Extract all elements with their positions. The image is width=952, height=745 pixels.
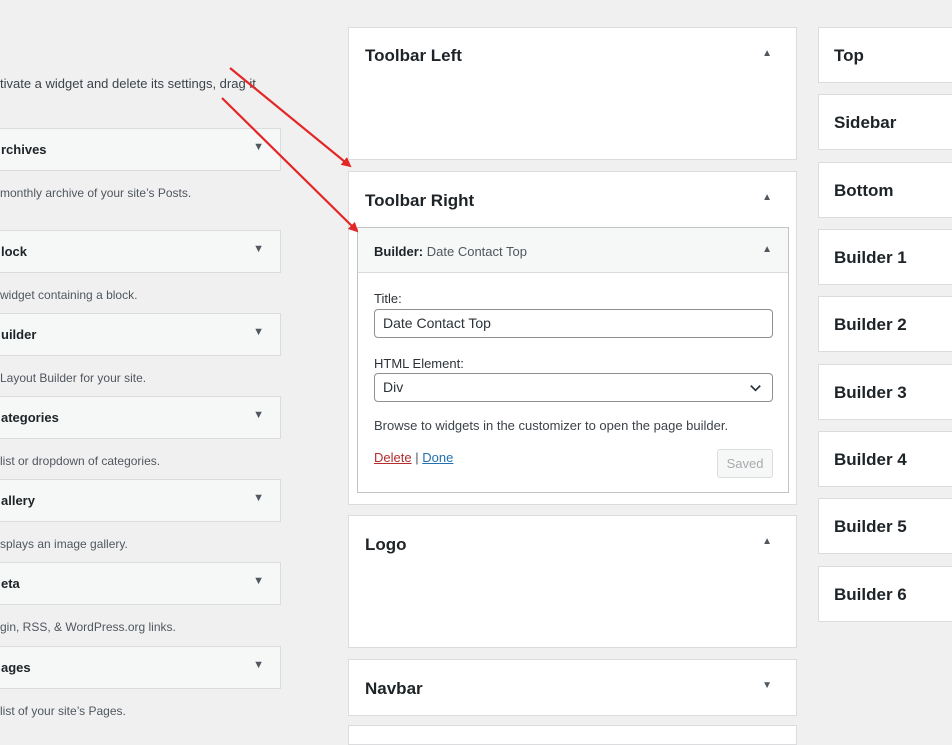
widget-area-builder-5[interactable]: Builder 5: [818, 498, 952, 554]
widget-area-builder-4[interactable]: Builder 4: [818, 431, 952, 487]
sidebar-title[interactable]: Navbar: [365, 679, 423, 699]
widget-description: widget containing a block.: [0, 288, 138, 302]
widget-area-title: Builder 1: [834, 248, 907, 267]
widget-area-top[interactable]: Top: [818, 27, 952, 83]
available-widget-pages[interactable]: ages ▼: [0, 646, 281, 689]
sidebar-title[interactable]: Toolbar Right: [365, 191, 474, 211]
available-widget-block[interactable]: lock ▼: [0, 230, 281, 273]
widget-title: Builder: Date Contact Top: [374, 244, 527, 259]
available-widget-meta[interactable]: eta ▼: [0, 562, 281, 605]
saved-button[interactable]: Saved: [717, 449, 773, 478]
collapse-arrow-icon[interactable]: ▼: [253, 141, 264, 153]
widget-area-sidebar[interactable]: Sidebar: [818, 94, 952, 150]
available-widget-builder[interactable]: uilder ▼: [0, 313, 281, 356]
chevron-down-icon: [750, 385, 761, 392]
widget-area-title: Builder 2: [834, 315, 907, 334]
collapse-toggle-icon[interactable]: ▲: [762, 48, 772, 59]
sidebar-title[interactable]: Toolbar Left: [365, 46, 462, 66]
widget-area-builder-1[interactable]: Builder 1: [818, 229, 952, 285]
widget-description: monthly archive of your site’s Posts.: [0, 186, 192, 200]
html-element-value: Div: [383, 379, 404, 395]
widget-description: splays an image gallery.: [0, 537, 128, 551]
available-widget-archives[interactable]: rchives ▼: [0, 128, 281, 171]
collapse-arrow-icon[interactable]: ▼: [253, 409, 264, 421]
widget-subtitle: Date Contact Top: [426, 244, 527, 259]
title-label: Title:: [374, 291, 402, 306]
widget-title: lock: [1, 244, 28, 259]
widget-title: eta: [1, 576, 20, 591]
builder-widget-date-contact-top: Builder: Date Contact Top ▲ Title: Date …: [357, 227, 789, 493]
widget-area-builder-6[interactable]: Builder 6: [818, 566, 952, 622]
collapse-arrow-icon[interactable]: ▼: [253, 243, 264, 255]
widget-area-title: Builder 6: [834, 585, 907, 604]
collapse-toggle-icon[interactable]: ▲: [762, 244, 772, 255]
widget-header[interactable]: Builder: Date Contact Top ▲: [358, 228, 788, 273]
widget-area-builder-2[interactable]: Builder 2: [818, 296, 952, 352]
delete-link[interactable]: Delete: [374, 450, 412, 465]
widget-area-builder-3[interactable]: Builder 3: [818, 364, 952, 420]
widget-area-title: Builder 4: [834, 450, 907, 469]
widgets-intro-text: tivate a widget and delete its settings,…: [0, 76, 256, 91]
widget-title: ategories: [1, 410, 59, 425]
link-separator: |: [415, 450, 419, 465]
collapse-arrow-icon[interactable]: ▼: [253, 659, 264, 671]
widget-area-title: Sidebar: [834, 113, 897, 132]
available-widget-categories[interactable]: ategories ▼: [0, 396, 281, 439]
widget-description: gin, RSS, & WordPress.org links.: [0, 620, 176, 634]
browse-hint-text: Browse to widgets in the customizer to o…: [374, 418, 729, 433]
widget-description: Layout Builder for your site.: [0, 371, 147, 385]
sidebar-toolbar-left: Toolbar Left ▲: [348, 27, 797, 160]
widget-title: rchives: [1, 142, 47, 157]
available-widget-gallery[interactable]: allery ▼: [0, 479, 281, 522]
collapse-arrow-icon[interactable]: ▼: [253, 326, 264, 338]
widget-title: allery: [1, 493, 35, 508]
widget-area-title: Top: [834, 46, 864, 65]
collapse-arrow-icon[interactable]: ▼: [253, 575, 264, 587]
widget-title: uilder: [1, 327, 37, 342]
sidebar-next: [348, 725, 797, 745]
html-element-select[interactable]: Div: [374, 373, 773, 402]
widget-area-bottom[interactable]: Bottom: [818, 162, 952, 218]
done-link[interactable]: Done: [422, 450, 453, 465]
title-input[interactable]: Date Contact Top: [374, 309, 773, 338]
widget-area-title: Builder 3: [834, 383, 907, 402]
sidebar-title[interactable]: Logo: [365, 535, 407, 555]
widget-description: list or dropdown of categories.: [0, 454, 161, 468]
widget-area-title: Builder 5: [834, 517, 907, 536]
widget-actions: Delete | Done: [374, 450, 453, 465]
widget-title: ages: [1, 660, 31, 675]
sidebar-navbar: Navbar ▼: [348, 659, 797, 716]
widget-area-title: Bottom: [834, 181, 894, 200]
widget-description: list of your site’s Pages.: [0, 704, 126, 718]
collapse-toggle-icon[interactable]: ▲: [762, 192, 772, 203]
collapse-arrow-icon[interactable]: ▼: [253, 492, 264, 504]
html-element-label: HTML Element:: [374, 356, 464, 371]
collapse-toggle-icon[interactable]: ▲: [762, 536, 772, 547]
collapse-toggle-icon[interactable]: ▼: [762, 680, 772, 691]
sidebar-logo: Logo ▲: [348, 515, 797, 648]
